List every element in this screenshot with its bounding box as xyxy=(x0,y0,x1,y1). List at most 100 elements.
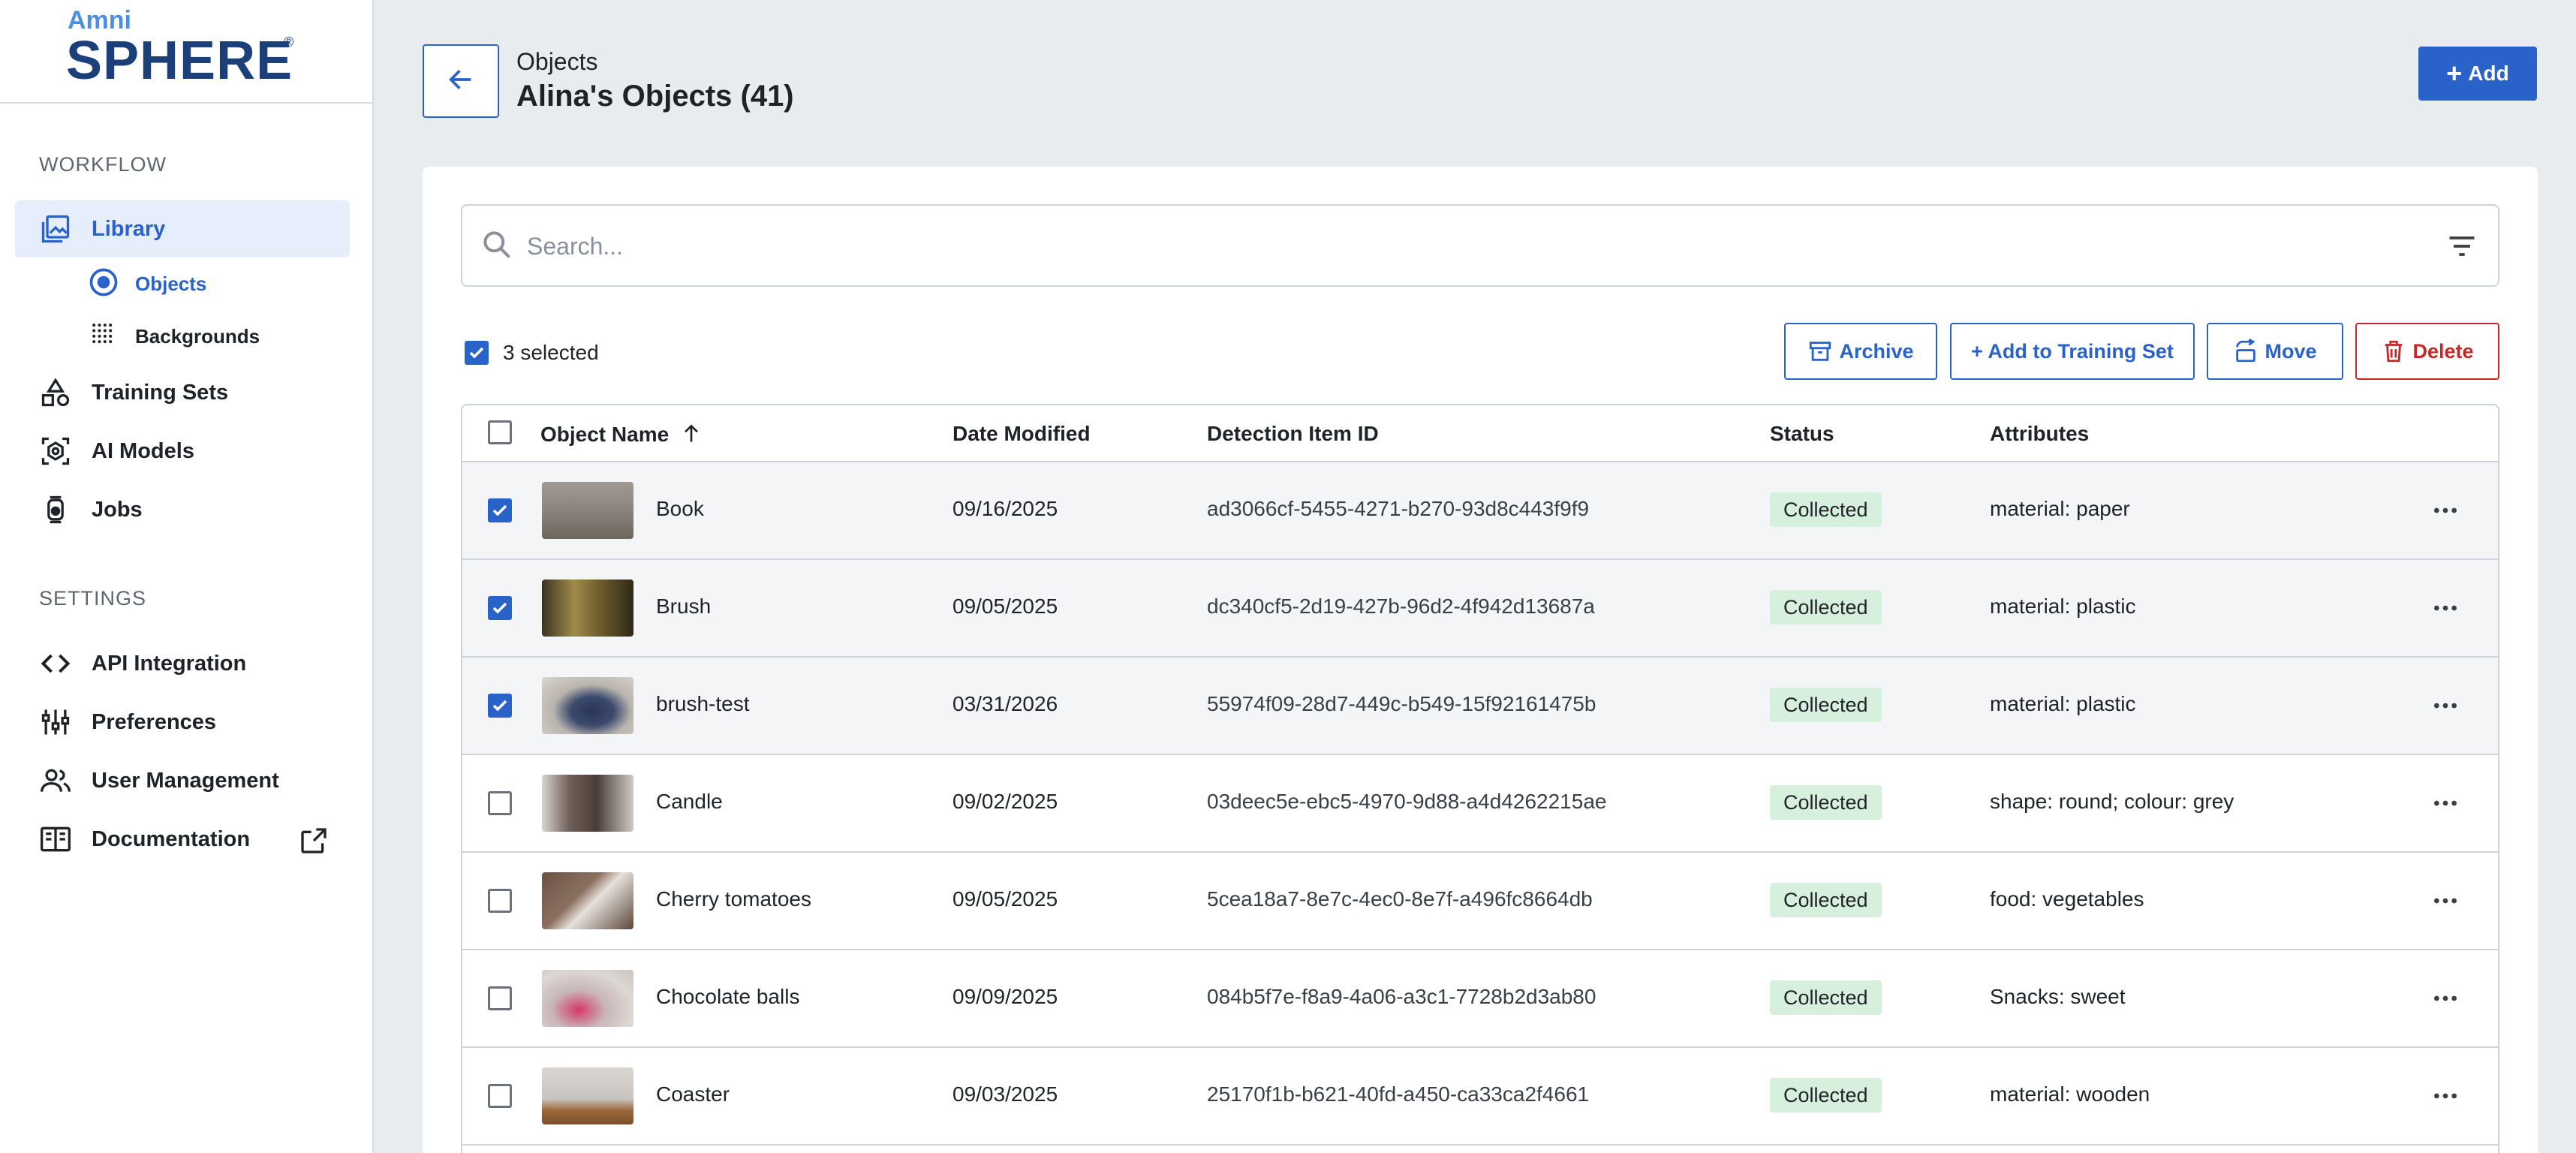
logo-registered-mark: ® xyxy=(284,35,294,50)
object-name[interactable]: Cherry tomatoes xyxy=(656,887,811,911)
add-to-training-set-label: + Add to Training Set xyxy=(1971,339,2174,363)
page-title: Alina's Objects (41) xyxy=(516,80,794,113)
more-options-icon[interactable] xyxy=(2430,886,2460,920)
table-row[interactable]: Cherry tomatoes 09/05/2025 5cea18a7-8e7c… xyxy=(462,853,2498,950)
date-modified: 09/09/2025 xyxy=(952,985,1058,1008)
select-all-checkbox[interactable] xyxy=(488,420,512,444)
filter-icon[interactable] xyxy=(2445,230,2478,266)
more-options-icon[interactable] xyxy=(2430,593,2460,627)
move-button-label: Move xyxy=(2265,339,2317,363)
row-checkbox[interactable] xyxy=(488,596,512,620)
detection-item-id: ad3066cf-5455-4271-b270-93d8c443f9f9 xyxy=(1207,497,1590,520)
delete-button-label: Delete xyxy=(2412,339,2474,363)
sidebar-item-documentation[interactable]: Documentation xyxy=(15,811,350,868)
sidebar-item-user-management[interactable]: User Management xyxy=(15,752,350,809)
attributes: shape: round; colour: grey xyxy=(1990,790,2234,813)
detection-item-id: 25170f1b-b621-40fd-a450-ca33ca2f4661 xyxy=(1207,1082,1590,1106)
add-to-training-set-button[interactable]: + Add to Training Set xyxy=(1950,323,2195,380)
sidebar-item-training-sets[interactable]: Training Sets xyxy=(15,364,350,421)
column-header-status[interactable]: Status xyxy=(1770,422,1834,446)
object-thumbnail xyxy=(542,775,633,832)
object-name[interactable]: brush-test xyxy=(656,692,750,716)
object-name[interactable]: Coaster xyxy=(656,1082,730,1106)
more-options-icon[interactable] xyxy=(2430,691,2460,724)
column-header-attributes[interactable]: Attributes xyxy=(1990,422,2089,446)
object-name[interactable]: Brush xyxy=(656,595,711,619)
sidebar-item-ai-models[interactable]: AI Models xyxy=(15,423,350,480)
delete-button[interactable]: Delete xyxy=(2355,323,2499,380)
move-button[interactable]: Move xyxy=(2207,323,2343,380)
sidebar-item-label: Preferences xyxy=(92,709,217,734)
table-row[interactable]: Candle 09/02/2025 03deec5e-ebc5-4970-9d8… xyxy=(462,755,2498,853)
table-row[interactable]: Coaster 09/03/2025 25170f1b-b621-40fd-a4… xyxy=(462,1048,2498,1145)
date-modified: 09/05/2025 xyxy=(952,887,1058,911)
book-icon xyxy=(38,821,74,857)
sliders-icon xyxy=(38,704,74,740)
table-row[interactable]: brush-test 03/31/2026 55974f09-28d7-449c… xyxy=(462,658,2498,755)
select-all-selected-checkbox[interactable] xyxy=(465,341,489,365)
jobs-icon xyxy=(38,492,74,528)
column-header-detection-id[interactable]: Detection Item ID xyxy=(1207,422,1379,446)
row-checkbox[interactable] xyxy=(488,498,512,522)
attributes: Snacks: sweet xyxy=(1990,985,2126,1008)
sidebar-item-api-integration[interactable]: API Integration xyxy=(15,635,350,692)
archive-button-label: Archive xyxy=(1839,339,1914,363)
settings-section-label: SETTINGS xyxy=(39,587,147,610)
objects-table: Object Name Date Modified Detection Item… xyxy=(461,404,2499,1153)
more-options-icon[interactable] xyxy=(2430,1081,2460,1115)
column-header-label: Object Name xyxy=(540,423,670,446)
logo[interactable]: Amni SPHERE ® xyxy=(0,0,372,104)
ai-model-icon xyxy=(38,433,74,469)
row-checkbox[interactable] xyxy=(488,986,512,1010)
external-link-icon[interactable] xyxy=(299,826,329,856)
add-button-label: Add xyxy=(2468,62,2509,85)
date-modified: 03/31/2026 xyxy=(952,692,1058,715)
object-name[interactable]: Candle xyxy=(656,790,723,814)
row-checkbox[interactable] xyxy=(488,889,512,913)
radio-selected-icon xyxy=(87,266,120,303)
sidebar-item-label: API Integration xyxy=(92,651,247,676)
shapes-icon xyxy=(38,375,74,411)
sidebar-item-preferences[interactable]: Preferences xyxy=(15,694,350,751)
status-badge: Collected xyxy=(1770,980,1882,1015)
checkmark-icon xyxy=(492,700,507,712)
table-row[interactable]: Brush 09/05/2025 dc340cf5-2d19-427b-96d2… xyxy=(462,560,2498,658)
attributes: material: paper xyxy=(1990,497,2130,520)
date-modified: 09/05/2025 xyxy=(952,595,1058,618)
back-button[interactable] xyxy=(423,44,499,118)
object-name[interactable]: Chocolate balls xyxy=(656,985,799,1009)
trash-icon xyxy=(2385,340,2403,363)
dot-grid-icon xyxy=(87,318,120,355)
checkmark-icon xyxy=(469,347,484,359)
sidebar-item-backgrounds[interactable]: Backgrounds xyxy=(87,315,260,357)
sidebar-item-label: Backgrounds xyxy=(135,324,260,348)
row-checkbox[interactable] xyxy=(488,791,512,815)
column-header-date-modified[interactable]: Date Modified xyxy=(952,422,1091,446)
archive-button[interactable]: Archive xyxy=(1784,323,1937,380)
search-input[interactable] xyxy=(527,222,2388,270)
sidebar-item-library[interactable]: Library xyxy=(15,200,350,257)
column-header-object-name[interactable]: Object Name xyxy=(540,422,703,447)
archive-icon xyxy=(1810,342,1831,361)
more-options-icon[interactable] xyxy=(2430,495,2460,529)
status-badge: Collected xyxy=(1770,688,1882,722)
table-header: Object Name Date Modified Detection Item… xyxy=(462,405,2498,462)
table-row[interactable]: Book 09/16/2025 ad3066cf-5455-4271-b270-… xyxy=(462,462,2498,560)
more-options-icon[interactable] xyxy=(2430,983,2460,1017)
more-options-icon[interactable] xyxy=(2430,788,2460,822)
table-row[interactable]: Chocolate balls 09/09/2025 084b5f7e-f8a9… xyxy=(462,950,2498,1048)
attributes: material: wooden xyxy=(1990,1082,2150,1106)
sidebar: Amni SPHERE ® WORKFLOW Library Objects B… xyxy=(0,0,374,1153)
sidebar-item-objects[interactable]: Objects xyxy=(87,263,206,305)
row-checkbox[interactable] xyxy=(488,1084,512,1108)
object-thumbnail xyxy=(542,677,633,734)
detection-item-id: 084b5f7e-f8a9-4a06-a3c1-7728b2d3ab80 xyxy=(1207,985,1596,1008)
row-checkbox[interactable] xyxy=(488,694,512,718)
status-badge: Collected xyxy=(1770,785,1882,820)
add-button[interactable]: + Add xyxy=(2418,47,2537,101)
breadcrumb[interactable]: Objects xyxy=(516,48,597,76)
object-thumbnail xyxy=(542,1067,633,1124)
sidebar-item-jobs[interactable]: Jobs xyxy=(15,481,350,538)
arrow-left-icon xyxy=(446,65,476,98)
object-name[interactable]: Book xyxy=(656,497,704,521)
